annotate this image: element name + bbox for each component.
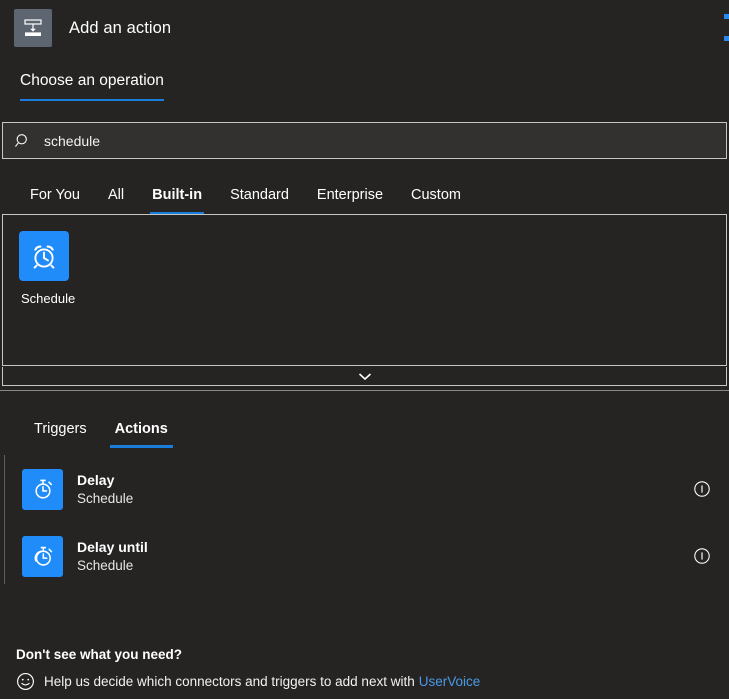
search-row: schedule (0, 122, 729, 159)
connector-tile-schedule[interactable]: Schedule (19, 231, 105, 306)
action-title: Delay (77, 471, 115, 488)
tab-for-you[interactable]: For You (16, 187, 94, 214)
connector-label: Schedule (21, 291, 76, 306)
search-input[interactable]: schedule (2, 122, 727, 159)
add-action-panel: Add an action Choose an operation schedu… (0, 0, 729, 699)
tab-all[interactable]: All (94, 187, 138, 214)
page-title: Add an action (69, 18, 172, 37)
list-item[interactable]: Delay until Schedule (5, 528, 729, 584)
footer-text: Help us decide which connectors and trig… (44, 674, 415, 689)
stopwatch-icon (22, 468, 63, 510)
edge-fragment-top[interactable] (724, 14, 729, 19)
category-tab-bar: For You All Built-in Standard Enterprise… (0, 166, 729, 214)
tab-enterprise[interactable]: Enterprise (303, 187, 397, 214)
chevron-down-icon (358, 372, 371, 380)
action-subtitle: Schedule (77, 490, 134, 506)
tab-choose-an-operation[interactable]: Choose an operation (20, 72, 164, 101)
edge-fragment-bottom[interactable] (724, 36, 729, 41)
info-icon[interactable] (693, 547, 711, 565)
tab-custom[interactable]: Custom (397, 187, 475, 214)
operation-tab-bar: Triggers Actions (0, 400, 729, 448)
tab-triggers[interactable]: Triggers (20, 421, 101, 448)
panel-header: Add an action (0, 0, 729, 47)
list-item[interactable]: Delay Schedule (5, 461, 729, 517)
alarm-clock-icon (19, 231, 69, 281)
footer-line: Help us decide which connectors and trig… (16, 672, 729, 691)
action-title: Delay until (77, 538, 148, 555)
list-item-text: Delay Schedule (77, 471, 693, 508)
operation-section: Triggers Actions Delay Schedule Delay un… (0, 390, 729, 584)
action-list: Delay Schedule Delay until Schedule (4, 455, 729, 584)
search-icon (15, 133, 27, 147)
footer: Don't see what you need? Help us decide … (0, 647, 729, 699)
stopwatch-until-icon (22, 535, 63, 577)
search-input-value: schedule (44, 132, 101, 149)
uservoice-link[interactable]: UserVoice (419, 674, 481, 689)
action-subtitle: Schedule (77, 557, 134, 573)
collapse-connectors-button[interactable] (2, 367, 727, 386)
section-tab-bar: Choose an operation (0, 72, 729, 101)
list-item-text: Delay until Schedule (77, 538, 693, 575)
smiley-face-icon (17, 673, 34, 690)
info-icon[interactable] (693, 480, 711, 498)
footer-title: Don't see what you need? (16, 647, 182, 662)
insert-action-icon (14, 9, 52, 47)
tab-built-in[interactable]: Built-in (138, 187, 216, 214)
tab-actions[interactable]: Actions (101, 421, 182, 448)
tab-standard[interactable]: Standard (216, 187, 303, 214)
connector-results-panel: Schedule (2, 214, 727, 366)
